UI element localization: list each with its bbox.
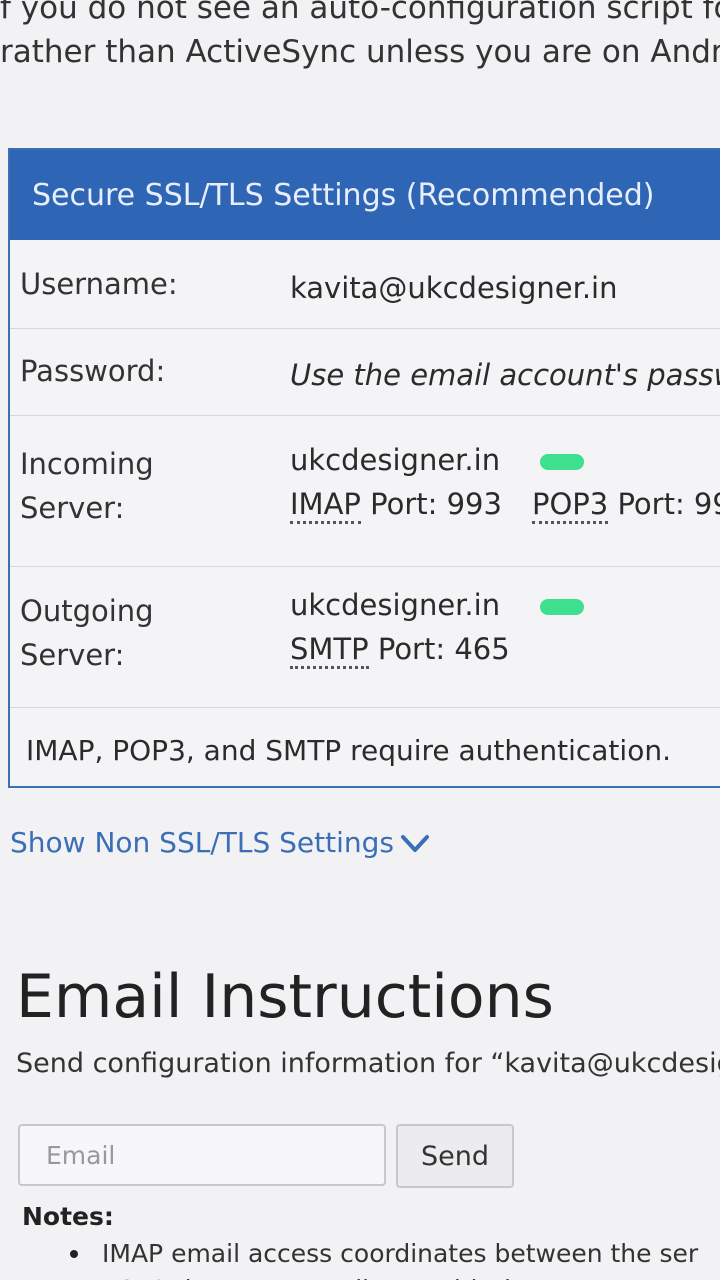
intro-text: f you do not see an auto-configuration s… xyxy=(0,0,720,74)
page: f you do not see an auto-configuration s… xyxy=(0,0,720,1280)
incoming-server-row: Incoming Server: ukcdesigner.in IMAP Por… xyxy=(10,416,720,567)
outgoing-label-line-2: Server: xyxy=(20,638,125,672)
smtp-port: Port: 465 xyxy=(377,632,510,666)
panel-title: Secure SSL/TLS Settings (Recommended) xyxy=(10,150,720,240)
outgoing-value: ukcdesigner.in SMTP Port: 465 xyxy=(290,583,585,671)
incoming-host: ukcdesigner.in xyxy=(290,443,501,477)
email-instructions-title: Email Instructions xyxy=(16,962,554,1032)
outgoing-host: ukcdesigner.in xyxy=(290,588,501,622)
chevron-down-icon xyxy=(400,835,429,852)
intro-line-2: rather than ActiveSync unless you are on… xyxy=(0,34,720,70)
list-item: POP3 does not coordinate with the server xyxy=(62,1272,698,1280)
smtp-abbr[interactable]: SMTP xyxy=(290,632,369,669)
outgoing-label-line-1: Outgoing xyxy=(20,594,154,628)
username-label: Username: xyxy=(20,267,178,301)
pop3-abbr[interactable]: POP3 xyxy=(531,487,609,524)
list-item: IMAP email access coordinates between th… xyxy=(62,1236,698,1272)
authentication-note: IMAP, POP3, and SMTP require authenticat… xyxy=(26,734,671,767)
password-label: Password: xyxy=(20,354,166,388)
imap-abbr[interactable]: IMAP xyxy=(290,487,361,524)
outgoing-status-indicator xyxy=(540,599,585,615)
show-non-ssl-settings-link[interactable]: Show Non SSL/TLS Settings xyxy=(10,826,430,859)
outgoing-label: Outgoing Server: xyxy=(20,589,154,677)
incoming-label-line-2: Server: xyxy=(20,491,125,525)
incoming-value: ukcdesigner.in IMAP Port: 993 POP3 Port: … xyxy=(290,438,720,526)
password-row: Password: Use the email account's passwo xyxy=(10,329,720,416)
username-value: kavita@ukcdesigner.in xyxy=(290,271,618,305)
password-value: Use the email account's passwo xyxy=(290,358,720,392)
send-button[interactable]: Send xyxy=(396,1124,514,1188)
incoming-label-line-1: Incoming xyxy=(20,447,154,481)
pop3-port: Port: 995 xyxy=(617,487,720,521)
show-non-ssl-settings-label: Show Non SSL/TLS Settings xyxy=(10,826,394,859)
username-row: Username: kavita@ukcdesigner.in xyxy=(10,240,720,329)
incoming-status-indicator xyxy=(540,454,585,470)
secure-settings-panel: Secure SSL/TLS Settings (Recommended) Us… xyxy=(8,148,720,788)
intro-line-1: f you do not see an auto-configuration s… xyxy=(0,0,720,26)
notes-list: IMAP email access coordinates between th… xyxy=(62,1236,698,1280)
email-instructions-description: Send configuration information for “kavi… xyxy=(16,1048,720,1079)
imap-port: Port: 993 xyxy=(370,487,502,521)
outgoing-server-row: Outgoing Server: ukcdesigner.in SMTP Por… xyxy=(10,567,720,708)
notes-label: Notes: xyxy=(22,1202,114,1231)
incoming-label: Incoming Server: xyxy=(20,442,154,530)
email-input[interactable] xyxy=(18,1124,386,1186)
